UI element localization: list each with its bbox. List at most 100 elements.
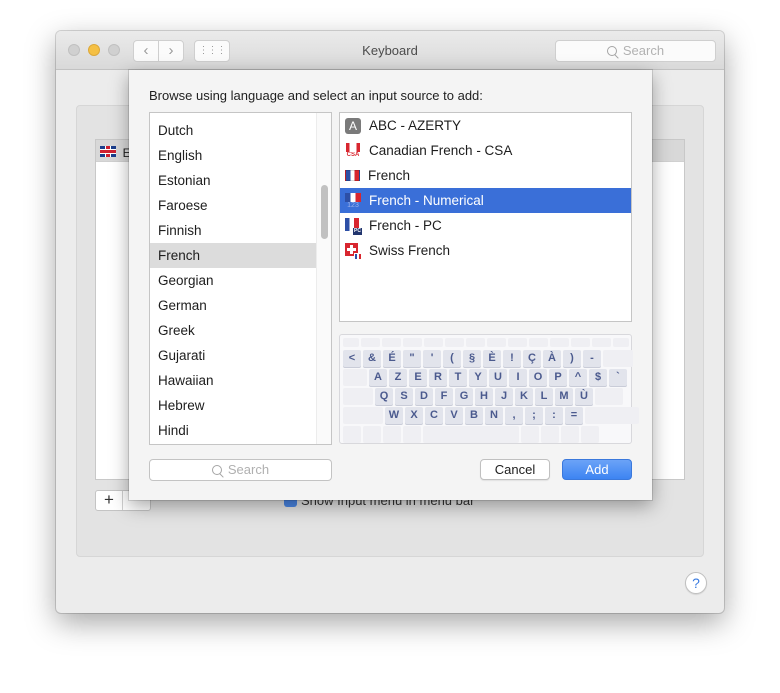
key: Y [469,369,487,386]
key [382,338,401,347]
key: K [515,388,533,405]
key: D [415,388,433,405]
key [595,388,623,405]
uk-flag-icon [100,146,116,157]
input-source-label: French [368,168,411,183]
key: C [425,407,443,424]
help-button[interactable]: ? [685,572,707,594]
cancel-button[interactable]: Cancel [480,459,550,480]
language-item[interactable]: Gujarati [150,343,317,368]
key: J [495,388,513,405]
key: G [455,388,473,405]
key [613,338,629,347]
key: - [583,350,601,367]
key [424,338,443,347]
key: ( [443,350,461,367]
key [571,338,590,347]
key [343,338,359,347]
key: S [395,388,413,405]
key: P [549,369,567,386]
key [423,426,519,443]
key: O [529,369,547,386]
key: L [535,388,553,405]
input-source-item[interactable]: French [340,163,631,188]
key: " [403,350,421,367]
input-source-item[interactable]: 123 French - Numerical [340,188,631,213]
language-item[interactable]: English [150,143,317,168]
keyboard-row: A Z E R T Y U I O P ^ $ ` [343,369,628,386]
key: À [543,350,561,367]
key [383,426,401,443]
abc-icon: A [345,117,361,134]
swiss-flag-icon [345,242,362,260]
key [592,338,611,347]
key [585,407,639,424]
search-placeholder: Search [622,43,665,58]
key: , [505,407,523,424]
key [403,338,422,347]
key [363,426,381,443]
language-item[interactable]: German [150,293,317,318]
search-icon [606,46,617,56]
add-button[interactable]: Add [562,459,632,480]
france-pc-flag-icon: PC [345,217,362,235]
key [521,426,539,443]
plus-icon: + [104,490,114,509]
key: & [363,350,381,367]
language-item[interactable]: Faroese [150,193,317,218]
key [561,426,579,443]
key [466,338,485,347]
key [343,426,361,443]
key [343,407,383,424]
input-source-item[interactable]: PC French - PC [340,213,631,238]
key: È [483,350,501,367]
input-source-options-list: A ABC - AZERTY CSA Canadian French - CSA Fre… [339,112,632,322]
sheet-prompt: Browse using language and select an inpu… [149,88,483,103]
key: W [385,407,403,424]
language-item[interactable]: Estonian [150,168,317,193]
key [403,426,421,443]
language-item[interactable]: French [150,243,317,268]
language-search-field[interactable]: Search [149,459,332,481]
key: Z [389,369,407,386]
france-numerical-flag-icon: 123 [345,192,361,209]
input-source-item[interactable]: CSA Canadian French - CSA [340,138,631,163]
language-item[interactable]: Hebrew [150,393,317,418]
language-item[interactable]: Finnish [150,218,317,243]
key: = [565,407,583,424]
question-icon: ? [692,575,700,591]
key: Ç [523,350,541,367]
language-item[interactable]: Hawaiian [150,368,317,393]
scrollbar-thumb[interactable] [321,185,328,239]
key: E [409,369,427,386]
key [445,338,464,347]
key: F [435,388,453,405]
language-item[interactable]: Dutch [150,118,317,143]
key: R [429,369,447,386]
key: N [485,407,503,424]
language-item[interactable]: Greek [150,318,317,343]
key: ! [503,350,521,367]
language-item[interactable]: Georgian [150,268,317,293]
key: X [405,407,423,424]
window-search-field[interactable]: Search [555,40,716,62]
key [343,369,367,386]
key: ) [563,350,581,367]
key: B [465,407,483,424]
key [581,426,599,443]
language-item[interactable]: Hindi [150,418,317,443]
key: : [545,407,563,424]
key: $ [589,369,607,386]
key: I [509,369,527,386]
add-input-source-sheet: Browse using language and select an inpu… [129,70,652,500]
keyboard-row: < & É " '(§ È! Ç À) - [343,350,633,367]
language-list-scrollbar[interactable] [316,113,331,444]
key: Q [375,388,393,405]
keyboard-row: W X C V B N,;: = [343,407,639,424]
add-source-button[interactable]: + [96,490,124,510]
input-source-item[interactable]: Swiss French [340,238,631,263]
key [541,426,559,443]
key: Ù [575,388,593,405]
input-source-item[interactable]: A ABC - AZERTY [340,113,631,138]
key: U [489,369,507,386]
